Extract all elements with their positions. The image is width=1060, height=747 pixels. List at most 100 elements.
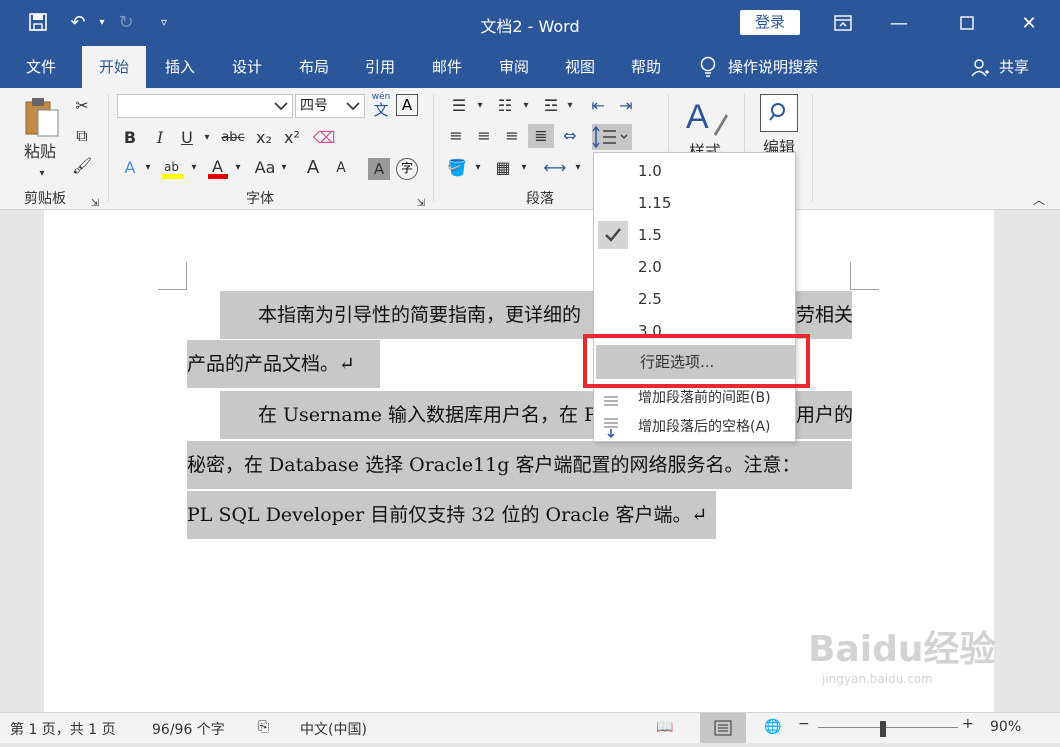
- close-icon[interactable]: ✕: [1006, 0, 1052, 46]
- web-layout-icon[interactable]: 🌐: [764, 719, 781, 735]
- zoom-level[interactable]: 90%: [990, 719, 1021, 735]
- doc-line-4[interactable]: 秘密，在 Database 选择 Oracle11g 客户端配置的网络服务名。注…: [187, 441, 852, 489]
- zoom-out-button[interactable]: −: [798, 716, 810, 732]
- tab-layout[interactable]: 布局: [284, 46, 344, 88]
- tab-home[interactable]: 开始: [82, 46, 146, 88]
- change-case-button[interactable]: Aa: [252, 156, 278, 180]
- text-effects-icon[interactable]: A: [118, 156, 142, 180]
- phonetic-char: 文: [373, 101, 389, 119]
- bullets-dropdown-icon[interactable]: ▾: [474, 94, 486, 118]
- language-indicator[interactable]: 中文(中国): [300, 719, 367, 739]
- zoom-slider-thumb[interactable]: [880, 721, 886, 737]
- zoom-in-button[interactable]: +: [962, 716, 974, 732]
- tab-review[interactable]: 审阅: [484, 46, 544, 88]
- doc-line-1b[interactable]: 劳相关: [796, 291, 852, 339]
- minimize-icon[interactable]: —: [876, 0, 922, 46]
- read-mode-icon[interactable]: 📖: [656, 719, 673, 735]
- tell-me-search[interactable]: 操作说明搜索: [728, 46, 838, 88]
- enclose-characters-icon[interactable]: 字: [396, 158, 418, 180]
- paste-clipboard-icon[interactable]: [22, 96, 62, 140]
- paste-dropdown-icon[interactable]: ▾: [32, 162, 52, 186]
- align-left-icon[interactable]: ≡: [444, 124, 468, 148]
- cut-icon[interactable]: ✂: [70, 94, 94, 118]
- subscript-button[interactable]: x₂: [252, 126, 276, 150]
- chevron-down-icon[interactable]: [345, 95, 361, 124]
- clear-formatting-icon[interactable]: ⌫: [312, 126, 336, 150]
- font-color-icon[interactable]: A: [206, 156, 230, 180]
- highlight-dropdown-icon[interactable]: ▾: [188, 156, 200, 180]
- multilevel-dropdown-icon[interactable]: ▾: [564, 94, 576, 118]
- login-button[interactable]: 登录: [740, 10, 800, 35]
- phonetic-guide-button[interactable]: wén 文: [370, 92, 392, 120]
- line-spacing-option[interactable]: 1.0: [594, 155, 795, 187]
- page-count[interactable]: 第 1 页，共 1 页: [10, 719, 116, 739]
- borders-icon[interactable]: ▦: [490, 156, 516, 180]
- numbering-dropdown-icon[interactable]: ▾: [520, 94, 532, 118]
- bullets-icon[interactable]: ☰: [446, 94, 472, 118]
- collapse-ribbon-icon[interactable]: ︿: [1030, 188, 1048, 212]
- change-case-dropdown-icon[interactable]: ▾: [278, 156, 290, 180]
- doc-line-2[interactable]: 产品的产品文档。↵: [187, 340, 380, 388]
- chinese-layout-dropdown-icon[interactable]: ▾: [572, 156, 584, 180]
- share-person-icon: [970, 58, 990, 78]
- superscript-button[interactable]: x²: [280, 126, 304, 150]
- tab-view[interactable]: 视图: [550, 46, 610, 88]
- align-center-icon[interactable]: ≡: [472, 124, 496, 148]
- justify-icon[interactable]: ≣: [528, 124, 554, 148]
- paste-button[interactable]: 粘贴: [18, 140, 62, 164]
- character-shading-icon[interactable]: A: [368, 158, 390, 180]
- styles-icon[interactable]: A: [684, 94, 728, 138]
- align-right-icon[interactable]: ≡: [500, 124, 524, 148]
- chinese-layout-icon[interactable]: ⟷: [540, 156, 570, 180]
- tab-references[interactable]: 引用: [350, 46, 410, 88]
- grow-font-button[interactable]: A: [302, 156, 324, 180]
- tab-design[interactable]: 设计: [216, 46, 278, 88]
- line-spacing-option-checked[interactable]: 1.5: [594, 219, 795, 251]
- line-spacing-option[interactable]: 2.0: [594, 251, 795, 283]
- ribbon-display-options-icon[interactable]: [820, 0, 866, 46]
- proofing-icon[interactable]: ⎘: [258, 719, 269, 735]
- tab-insert[interactable]: 插入: [150, 46, 210, 88]
- doc-line-1a[interactable]: 本指南为引导性的简要指南，更详细的: [220, 291, 593, 339]
- decrease-indent-icon[interactable]: ⇤: [586, 94, 610, 118]
- bold-button[interactable]: B: [120, 126, 140, 150]
- add-space-after-item[interactable]: 增加段落后的空格(A): [594, 411, 795, 441]
- distributed-icon[interactable]: ⇔: [558, 124, 582, 148]
- shrink-font-button[interactable]: A: [330, 156, 352, 180]
- doc-line-5[interactable]: PL SQL Developer 目前仅支持 32 位的 Oracle 客户端。…: [187, 491, 716, 539]
- multilevel-list-icon[interactable]: ☲: [538, 94, 564, 118]
- font-name-combo[interactable]: [117, 94, 293, 118]
- highlight-color-icon[interactable]: ab: [160, 158, 186, 180]
- share-button[interactable]: 共享: [994, 46, 1034, 88]
- doc-line-3a[interactable]: 在 Username 输入数据库用户名，在 P: [220, 391, 593, 439]
- shading-bucket-icon[interactable]: 🪣: [444, 156, 470, 180]
- underline-button[interactable]: U: [176, 126, 198, 150]
- tab-mailings[interactable]: 邮件: [416, 46, 478, 88]
- print-layout-icon[interactable]: [700, 713, 746, 743]
- strikethrough-button[interactable]: abc: [218, 126, 248, 150]
- chevron-down-icon[interactable]: [273, 95, 289, 124]
- underline-dropdown-icon[interactable]: ▾: [200, 126, 214, 150]
- increase-indent-icon[interactable]: ⇥: [614, 94, 638, 118]
- line-spacing-option[interactable]: 2.5: [594, 283, 795, 315]
- tab-help[interactable]: 帮助: [616, 46, 676, 88]
- font-color-dropdown-icon[interactable]: ▾: [232, 156, 244, 180]
- line-spacing-option[interactable]: 1.15: [594, 187, 795, 219]
- numbering-icon[interactable]: ☷: [492, 94, 518, 118]
- tab-file[interactable]: 文件: [12, 46, 70, 88]
- borders-dropdown-icon[interactable]: ▾: [518, 156, 530, 180]
- doc-line-3b[interactable]: 用户的: [796, 391, 852, 439]
- character-border-icon[interactable]: A: [396, 94, 418, 116]
- copy-icon[interactable]: ⧉: [70, 124, 94, 148]
- italic-button[interactable]: I: [150, 126, 170, 150]
- shading-dropdown-icon[interactable]: ▾: [472, 156, 484, 180]
- maximize-icon[interactable]: [944, 0, 990, 46]
- word-count[interactable]: 96/96 个字: [152, 719, 225, 739]
- line-spacing-button[interactable]: [592, 124, 632, 150]
- find-magnifier-icon[interactable]: [760, 94, 798, 132]
- text-effects-dropdown-icon[interactable]: ▾: [142, 156, 154, 180]
- font-size-combo[interactable]: 四号: [295, 94, 365, 118]
- zoom-slider-track[interactable]: [818, 727, 958, 728]
- format-painter-icon[interactable]: 🖌: [70, 154, 94, 178]
- font-group-label: 字体: [246, 191, 274, 207]
